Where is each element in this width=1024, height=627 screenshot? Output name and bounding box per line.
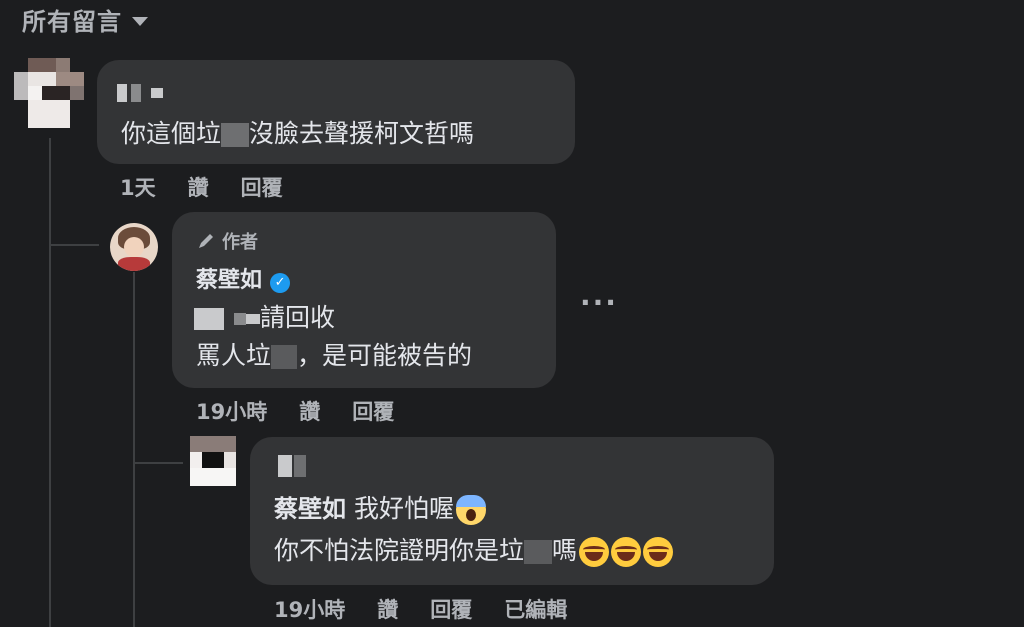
author-avatar[interactable] — [110, 223, 158, 271]
filter-label: 所有留言 — [22, 8, 122, 36]
like-button[interactable]: 讚 — [188, 172, 209, 202]
thread-line-reply — [133, 272, 135, 627]
commenter-name[interactable]: 蔡壁如 ✓ — [196, 262, 291, 294]
mention-tag[interactable]: 蔡壁如 — [274, 495, 346, 523]
comment-text-line2: 罵人垃 ，是可能被告的 — [196, 341, 473, 370]
reply-button[interactable]: 回覆 — [430, 594, 472, 624]
edited-label: 已編輯 — [504, 598, 568, 622]
reply-button[interactable]: 回覆 — [352, 396, 394, 426]
commenter-name-redacted[interactable] — [117, 82, 163, 102]
comment-text: 你這個垃 沒臉去聲援柯文哲嗎 — [121, 119, 475, 148]
comments-filter[interactable]: 所有留言 — [22, 2, 148, 37]
comment-text-line1: 蔡壁如 我好怕喔 — [274, 491, 486, 527]
redacted-text — [221, 123, 250, 147]
more-options-icon[interactable]: ··· — [580, 286, 618, 319]
thread-connector-2 — [133, 462, 183, 464]
thread-line-main — [49, 138, 51, 627]
verified-badge-icon: ✓ — [270, 272, 291, 293]
timestamp[interactable]: 1天 — [120, 172, 156, 202]
like-button[interactable]: 讚 — [377, 594, 398, 624]
redacted-text — [524, 540, 553, 564]
comment-bubble: 你這個垃 沒臉去聲援柯文哲嗎 — [97, 60, 575, 164]
face-screaming-emoji — [455, 495, 486, 525]
pen-icon — [199, 234, 213, 248]
chevron-down-icon — [132, 17, 148, 26]
reply-button[interactable]: 回覆 — [241, 172, 283, 202]
author-tag: 作者 — [196, 228, 258, 254]
commenter-name-redacted[interactable] — [278, 455, 306, 477]
face-with-tears-of-joy-emoji — [611, 537, 642, 567]
redacted-text — [194, 308, 224, 330]
comment-actions: 19小時 讚 回覆 已編輯 — [274, 594, 599, 624]
comment-bubble: 蔡壁如 我好怕喔 你不怕法院證明你是垃嗎 — [250, 437, 774, 585]
comment-bubble-author: 作者 蔡壁如 ✓ 請回收 罵人垃 ，是可能被告的 — [172, 212, 556, 388]
avatar[interactable] — [190, 436, 236, 488]
comment-text-line2: 你不怕法院證明你是垃嗎 — [274, 533, 674, 569]
comment-actions: 1天 讚 回覆 — [120, 172, 315, 202]
comment-text-line1: 請回收 — [194, 300, 335, 336]
face-with-tears-of-joy-emoji — [643, 537, 674, 567]
thread-connector-1 — [49, 244, 99, 246]
like-button[interactable]: 讚 — [299, 396, 320, 426]
comment-actions: 19小時 讚 回覆 — [196, 396, 426, 426]
avatar[interactable] — [14, 58, 84, 130]
timestamp[interactable]: 19小時 — [274, 594, 345, 624]
redacted-text — [271, 345, 298, 369]
timestamp[interactable]: 19小時 — [196, 396, 267, 426]
face-with-tears-of-joy-emoji — [579, 537, 610, 567]
